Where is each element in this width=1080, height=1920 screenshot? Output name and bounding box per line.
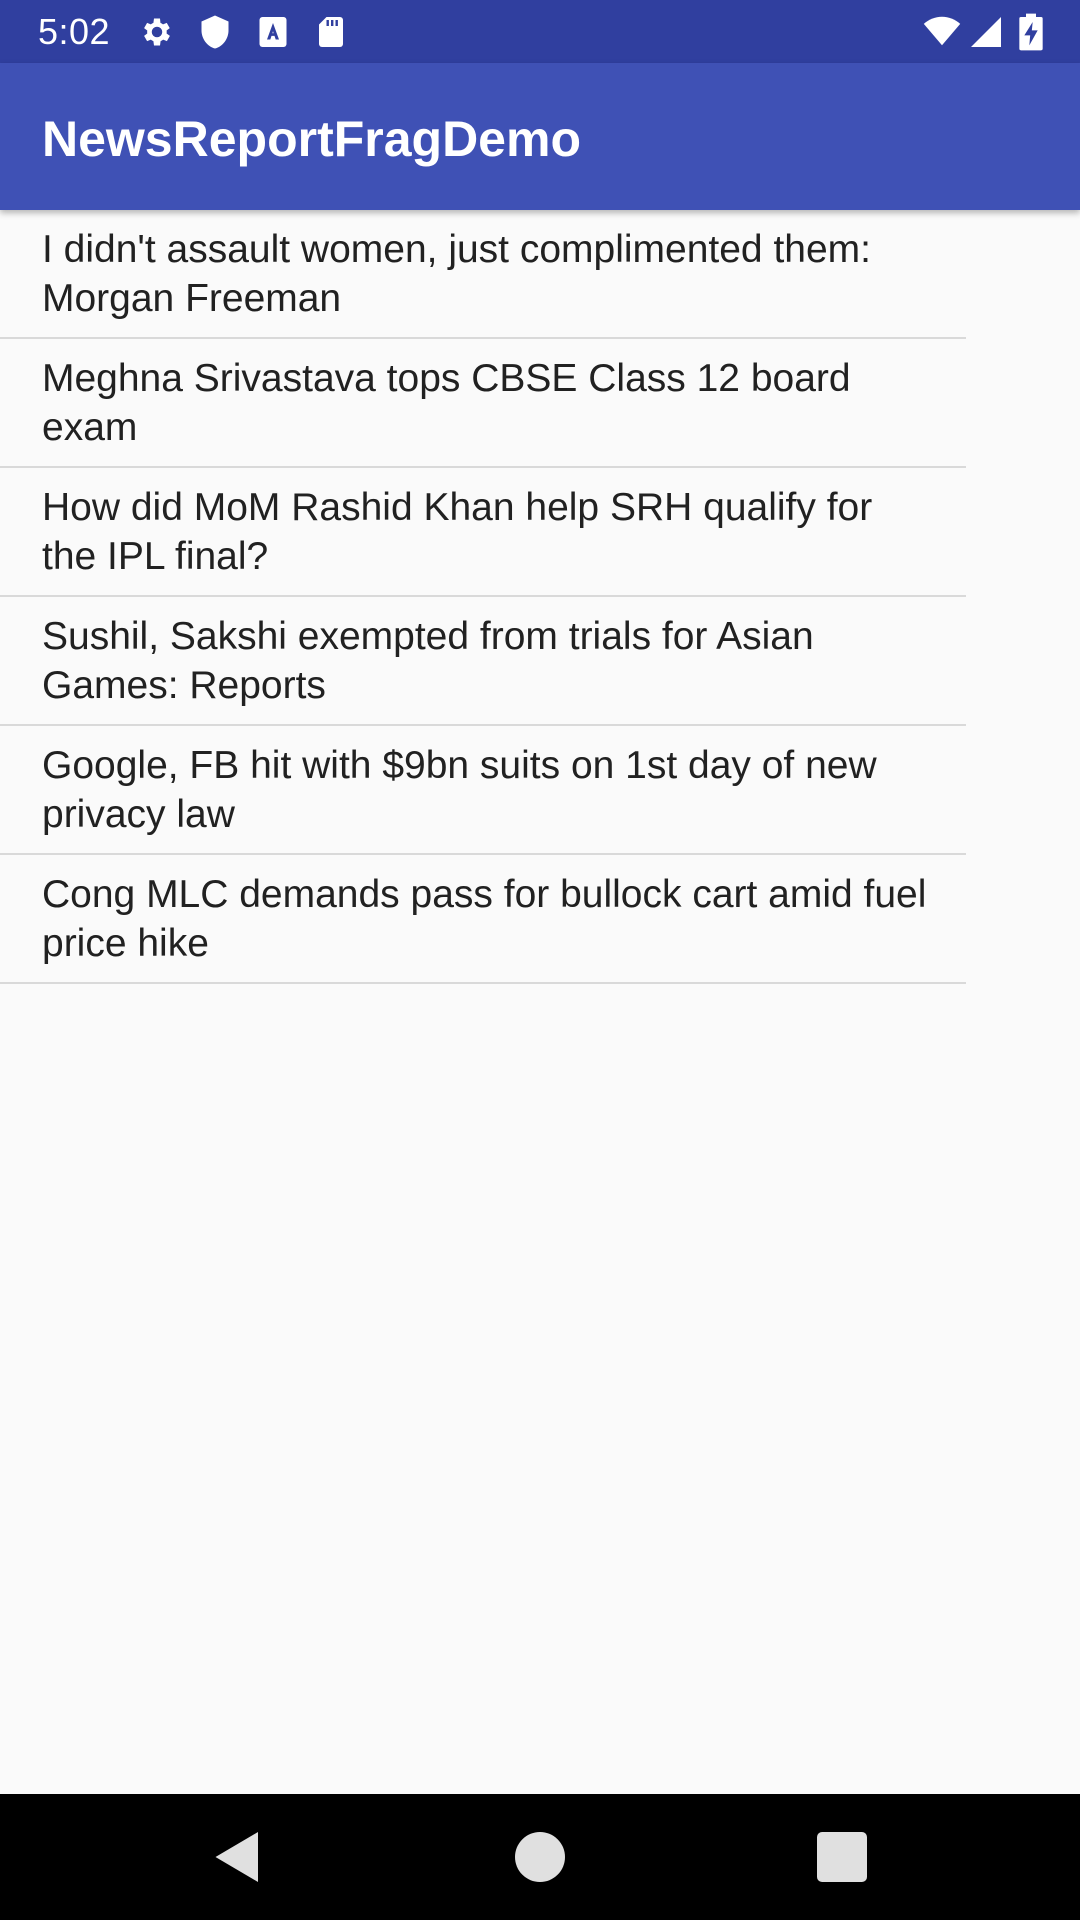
news-headline: How did MoM Rashid Khan help SRH qualify… bbox=[42, 486, 873, 578]
gear-icon bbox=[139, 14, 175, 50]
news-item[interactable]: Cong MLC demands pass for bullock cart a… bbox=[0, 855, 966, 984]
news-headline: Sushil, Sakshi exempted from trials for … bbox=[42, 615, 814, 707]
nav-bar bbox=[0, 1794, 1080, 1920]
status-bar: 5:02 bbox=[0, 0, 1080, 63]
battery-charging-icon bbox=[1016, 12, 1046, 52]
news-headline: Google, FB hit with $9bn suits on 1st da… bbox=[42, 744, 877, 836]
status-time: 5:02 bbox=[38, 11, 111, 52]
cell-signal-icon bbox=[968, 14, 1004, 50]
news-list: I didn't assault women, just complimente… bbox=[0, 210, 966, 984]
recents-icon[interactable] bbox=[812, 1827, 872, 1887]
sd-card-icon bbox=[313, 14, 349, 50]
font-a-icon bbox=[255, 14, 291, 50]
news-item[interactable]: Meghna Srivastava tops CBSE Class 12 boa… bbox=[0, 339, 966, 468]
news-headline: Cong MLC demands pass for bullock cart a… bbox=[42, 873, 927, 965]
shield-icon bbox=[197, 14, 233, 50]
home-icon[interactable] bbox=[510, 1827, 570, 1887]
back-icon[interactable] bbox=[208, 1827, 268, 1887]
news-headline: I didn't assault women, just complimente… bbox=[42, 228, 871, 320]
app-title: NewsReportFragDemo bbox=[42, 111, 581, 167]
news-item[interactable]: Google, FB hit with $9bn suits on 1st da… bbox=[0, 726, 966, 855]
news-headline: Meghna Srivastava tops CBSE Class 12 boa… bbox=[42, 357, 851, 449]
news-item[interactable]: I didn't assault women, just complimente… bbox=[0, 210, 966, 339]
news-item[interactable]: Sushil, Sakshi exempted from trials for … bbox=[0, 597, 966, 726]
wifi-icon bbox=[922, 12, 962, 50]
app-bar: NewsReportFragDemo bbox=[0, 63, 1080, 210]
news-item[interactable]: How did MoM Rashid Khan help SRH qualify… bbox=[0, 468, 966, 597]
